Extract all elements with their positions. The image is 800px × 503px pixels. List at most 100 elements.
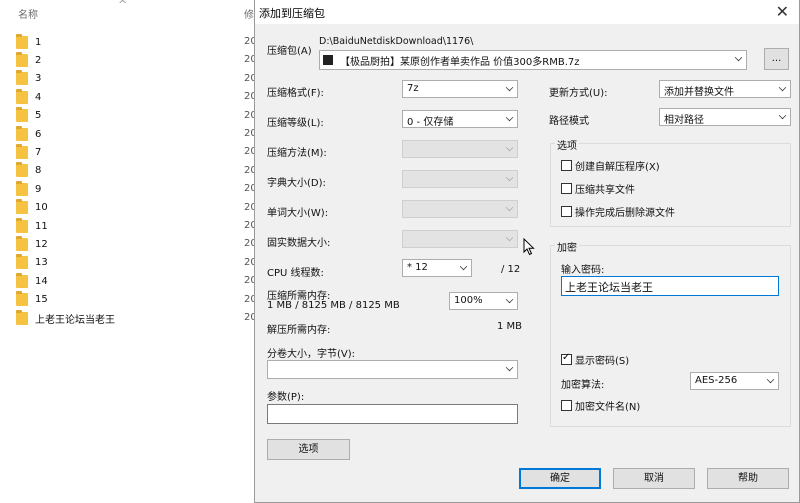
file-name: 8 (35, 165, 42, 177)
file-name: 10 (35, 202, 48, 214)
sfx-checkbox[interactable]: 创建自解压程序(X) (561, 158, 660, 173)
folder-icon (16, 291, 28, 307)
list-item[interactable]: 13 (16, 254, 246, 272)
cpu-select[interactable]: * 12 (402, 259, 472, 277)
folder-icon (16, 143, 28, 159)
list-item[interactable]: 6 (16, 125, 246, 143)
chevron-down-icon (505, 363, 514, 372)
file-name: 12 (35, 238, 48, 250)
mouse-cursor-icon (523, 238, 535, 256)
word-label: 单词大小(W): (267, 208, 329, 219)
method-label: 压缩方法(M): (267, 148, 327, 159)
column-header-modified[interactable]: 修 (244, 6, 254, 21)
encrypt-names-label: 加密文件名(N) (575, 402, 641, 413)
file-name: 2 (35, 54, 42, 66)
chevron-down-icon (459, 262, 468, 271)
list-item[interactable]: 2 (16, 51, 246, 69)
show-password-label: 显示密码(S) (575, 356, 630, 367)
checkbox-checked-icon (561, 352, 572, 365)
file-name: 15 (35, 294, 48, 306)
enc-method-select[interactable]: AES-256 (690, 372, 779, 390)
show-password-checkbox[interactable]: 显示密码(S) (561, 352, 629, 367)
list-item[interactable]: 上老王论坛当老王 (16, 309, 246, 327)
file-name: 13 (35, 257, 48, 269)
params-input[interactable] (267, 404, 518, 424)
list-item[interactable]: 5 (16, 107, 246, 125)
list-item[interactable]: 8 (16, 162, 246, 180)
update-select[interactable]: 添加并替换文件 (659, 80, 791, 98)
list-item[interactable]: 11 (16, 217, 246, 235)
archive-name-combobox[interactable]: 【极品厨拍】某原创作者单卖作品 价值300多RMB.7z (319, 50, 747, 70)
method-select (402, 140, 518, 158)
update-value: 添加并替换文件 (664, 87, 734, 98)
chevron-down-icon (766, 375, 775, 384)
list-item[interactable]: 9 (16, 180, 246, 198)
chevron-down-icon (505, 295, 514, 304)
file-name: 5 (35, 110, 42, 122)
folder-icon (16, 70, 28, 86)
path-value: 相对路径 (664, 115, 704, 126)
ok-button[interactable]: 确定 (519, 468, 601, 489)
level-value: 0 - 仅存储 (407, 117, 454, 128)
split-label: 分卷大小，字节(V): (267, 349, 356, 360)
folder-icon (16, 107, 28, 123)
file-name: 1 (35, 36, 42, 48)
folder-icon (16, 33, 28, 49)
path-label: 路径模式 (549, 116, 589, 127)
help-button[interactable]: 帮助 (707, 468, 789, 489)
password-input[interactable]: 上老王论坛当老王 (561, 276, 779, 296)
chevron-down-icon (505, 203, 514, 212)
dict-label: 字典大小(D): (267, 178, 326, 189)
mem-decomp-value: 1 MB (497, 321, 523, 332)
file-name: 3 (35, 73, 42, 85)
delete-checkbox[interactable]: 操作完成后删除源文件 (561, 204, 675, 219)
folder-icon (16, 180, 28, 196)
shared-checkbox[interactable]: 压缩共享文件 (561, 181, 635, 196)
solid-label: 固实数据大小: (267, 238, 331, 249)
folder-icon (16, 272, 28, 288)
dialog-title: 添加到压缩包 (259, 7, 325, 20)
list-item[interactable]: 1 (16, 33, 246, 51)
chevron-down-icon (505, 173, 514, 182)
word-select (402, 200, 518, 218)
mem-decomp-label: 解压所需内存: (267, 325, 331, 336)
update-label: 更新方式(U): (549, 88, 608, 99)
format-value: 7z (407, 83, 419, 94)
folder-icon (16, 51, 28, 67)
list-item[interactable]: 4 (16, 88, 246, 106)
list-item[interactable]: 15 (16, 291, 246, 309)
folder-icon (16, 199, 28, 215)
browse-button[interactable]: ... (764, 48, 789, 70)
mem-percent-select[interactable]: 100% (449, 292, 518, 310)
folder-icon (16, 88, 28, 104)
sort-ascending-icon: ^ (118, 0, 128, 11)
solid-select (402, 230, 518, 248)
close-icon[interactable]: ✕ (776, 2, 789, 21)
encrypt-names-checkbox[interactable]: 加密文件名(N) (561, 398, 640, 413)
level-select[interactable]: 0 - 仅存储 (402, 110, 518, 128)
archive-label: 压缩包(A) (267, 46, 312, 57)
file-name: 9 (35, 183, 42, 195)
list-item[interactable]: 10 (16, 199, 246, 217)
chevron-down-icon (505, 113, 514, 122)
list-item[interactable]: 7 (16, 143, 246, 161)
list-item[interactable]: 3 (16, 70, 246, 88)
format-select[interactable]: 7z (402, 80, 518, 98)
file-name: 11 (35, 220, 48, 232)
split-combobox[interactable] (267, 360, 518, 379)
options-button[interactable]: 选项 (267, 439, 350, 460)
file-name: 6 (35, 128, 42, 140)
options-group-title: 选项 (555, 137, 579, 152)
add-to-archive-dialog: 添加到压缩包 ✕ 压缩包(A) D:\BaiduNetdiskDownload\… (254, 0, 800, 503)
cpu-total: / 12 (501, 264, 521, 275)
cancel-button[interactable]: 取消 (613, 468, 695, 489)
chevron-down-icon (734, 53, 743, 62)
chevron-down-icon (505, 143, 514, 152)
column-header-name[interactable]: 名称 (18, 6, 38, 21)
dialog-titlebar[interactable]: 添加到压缩包 ✕ (255, 0, 799, 24)
checkbox-icon (561, 160, 572, 171)
encryption-group-title: 加密 (555, 239, 579, 254)
list-item[interactable]: 12 (16, 235, 246, 253)
list-item[interactable]: 14 (16, 272, 246, 290)
path-select[interactable]: 相对路径 (659, 108, 791, 126)
